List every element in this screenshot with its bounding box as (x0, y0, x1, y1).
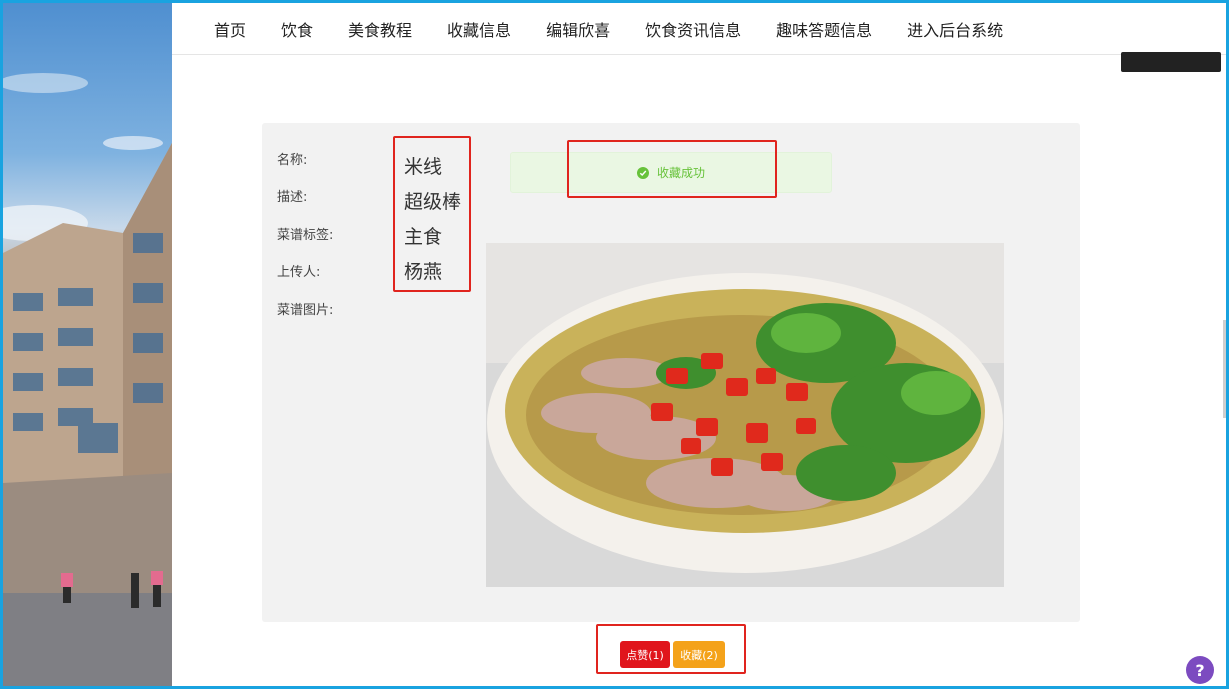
help-label: ? (1195, 660, 1205, 680)
nav-item-tutorials[interactable]: 美食教程 (348, 17, 412, 41)
label-image: 菜谱图片: (277, 303, 334, 318)
side-campus-photo (3, 3, 172, 686)
nav-item-favorites[interactable]: 收藏信息 (447, 17, 511, 41)
page-scrollbar[interactable] (1223, 320, 1226, 418)
buttons-highlight-box (596, 624, 746, 674)
values-highlight-box (393, 136, 471, 292)
nav-item-quiz[interactable]: 趣味答题信息 (776, 17, 872, 41)
label-tags: 菜谱标签: (277, 228, 334, 243)
help-icon[interactable]: ? (1186, 656, 1214, 684)
nav-item-admin[interactable]: 进入后台系统 (907, 17, 1003, 41)
toast-highlight-box (567, 140, 777, 198)
top-nav: 首页 饮食 美食教程 收藏信息 编辑欣喜 饮食资讯信息 趣味答题信息 进入后台系… (172, 3, 1226, 55)
label-uploader: 上传人: (277, 265, 321, 280)
nav-item-edit[interactable]: 编辑欣喜 (546, 17, 610, 41)
nav-item-diet-news[interactable]: 饮食资讯信息 (645, 17, 741, 41)
recipe-image (486, 243, 1004, 587)
nav-item-home[interactable]: 首页 (214, 17, 246, 41)
label-description: 描述: (277, 190, 308, 205)
user-menu-bar[interactable] (1121, 52, 1221, 72)
label-name: 名称: (277, 153, 308, 168)
nav-item-diet[interactable]: 饮食 (281, 17, 313, 41)
